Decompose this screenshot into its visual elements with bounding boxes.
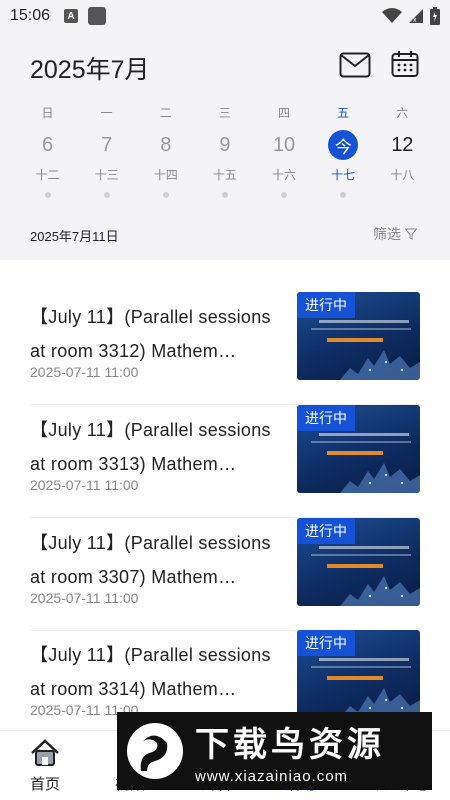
month-title[interactable]: 2025年7月	[30, 50, 150, 86]
event-thumbnail: 进行中	[297, 630, 420, 718]
event-title: 【July 11】(Parallel sessions at room 3312…	[30, 307, 271, 361]
day-number: 7	[101, 133, 113, 156]
day-cell[interactable]: 二 8 十四	[136, 104, 195, 198]
event-title: 【July 11】(Parallel sessions at room 3314…	[30, 645, 271, 699]
event-title: 【July 11】(Parallel sessions at room 3307…	[30, 533, 271, 587]
notification-a-icon: A	[64, 9, 79, 23]
bird-logo-icon	[127, 723, 183, 779]
event-date: 2025-07-11 11:00	[30, 364, 139, 380]
day-cell[interactable]: 三 9 十五	[195, 104, 254, 198]
calendar-grid-icon[interactable]	[391, 50, 419, 78]
city-skyline-image	[340, 463, 420, 493]
weekday-label: 三	[218, 106, 231, 120]
event-card[interactable]: 【July 11】(Parallel sessions at room 3307…	[30, 518, 420, 631]
status-badge: 进行中	[297, 292, 355, 318]
status-time: 15:06	[10, 7, 51, 24]
weekday-label: 六	[396, 106, 409, 120]
lunar-date: 十六	[272, 168, 297, 182]
weekday-label: 二	[159, 106, 172, 120]
status-badge: 进行中	[297, 405, 355, 431]
event-card[interactable]: 【July 11】(Parallel sessions at room 3313…	[30, 405, 420, 518]
filter-label: 筛选	[373, 226, 401, 242]
home-icon	[31, 739, 59, 766]
event-dot	[221, 192, 228, 198]
event-dot	[44, 192, 51, 198]
signal-icon: x	[409, 9, 423, 24]
event-date: 2025-07-11 11:00	[30, 590, 139, 606]
day-cell-today[interactable]: 五 今 十七	[314, 104, 373, 198]
calendar-header: 2025年7月 日 6 十二 一 7 十三 二 8 十四 三 9 十五 四 10…	[0, 32, 450, 260]
lunar-date: 十五	[212, 168, 237, 182]
mail-icon[interactable]	[339, 52, 371, 78]
filter-button[interactable]: 筛选	[373, 224, 417, 244]
lunar-date: 十二	[35, 168, 60, 182]
day-cell[interactable]: 四 10 十六	[255, 104, 314, 198]
week-strip: 日 6 十二 一 7 十三 二 8 十四 三 9 十五 四 10 十六 五 今 …	[18, 104, 432, 198]
event-card[interactable]: 【July 11】(Parallel sessions at room 3312…	[30, 292, 420, 405]
event-dot	[162, 192, 169, 198]
watermark-brand: 下载鸟资源	[195, 726, 385, 764]
funnel-icon	[405, 228, 417, 240]
today-marker: 今	[328, 130, 359, 160]
watermark-overlay: 下载鸟资源 www.xiazainiao.com	[117, 712, 432, 790]
status-badge: 进行中	[297, 630, 355, 656]
event-date: 2025-07-11 11:00	[30, 477, 139, 493]
event-dot	[281, 192, 288, 198]
day-number: 10	[272, 133, 296, 156]
day-cell[interactable]: 六 12 十八	[373, 104, 432, 198]
weekday-label: 一	[100, 106, 113, 120]
city-skyline-image	[340, 350, 420, 380]
day-cell[interactable]: 日 6 十二	[18, 104, 77, 198]
lunar-date: 十四	[153, 168, 178, 182]
svg-text:x: x	[413, 17, 417, 24]
day-number: 6	[42, 133, 54, 156]
lunar-date: 十七	[331, 168, 356, 182]
event-list: 【July 11】(Parallel sessions at room 3312…	[0, 260, 450, 730]
tab-label: 首页	[29, 776, 60, 793]
watermark-url: www.xiazainiao.com	[195, 768, 349, 785]
status-bar: 15:06 A x	[0, 0, 450, 32]
wifi-icon	[382, 8, 402, 23]
status-icons: x	[382, 7, 440, 25]
day-number: 8	[160, 133, 172, 156]
status-badge: 进行中	[297, 518, 355, 544]
notification-square-icon	[88, 7, 107, 25]
selected-date: 2025年7月11日	[30, 229, 119, 244]
lunar-date: 十八	[390, 168, 415, 182]
lunar-date: 十三	[94, 168, 119, 182]
weekday-label: 五	[337, 106, 350, 120]
event-thumbnail: 进行中	[297, 292, 420, 380]
event-title: 【July 11】(Parallel sessions at room 3313…	[30, 420, 271, 474]
event-dot	[103, 192, 110, 198]
city-skyline-image	[340, 576, 420, 606]
tab-home[interactable]: 首页	[0, 739, 90, 794]
day-number: 12	[391, 133, 414, 156]
event-dot	[340, 192, 347, 198]
day-number: 9	[219, 133, 231, 156]
weekday-label: 日	[41, 106, 54, 120]
weekday-label: 四	[278, 106, 291, 120]
day-cell[interactable]: 一 7 十三	[77, 104, 136, 198]
event-thumbnail: 进行中	[297, 518, 420, 606]
battery-icon	[430, 7, 440, 25]
event-thumbnail: 进行中	[297, 405, 420, 493]
